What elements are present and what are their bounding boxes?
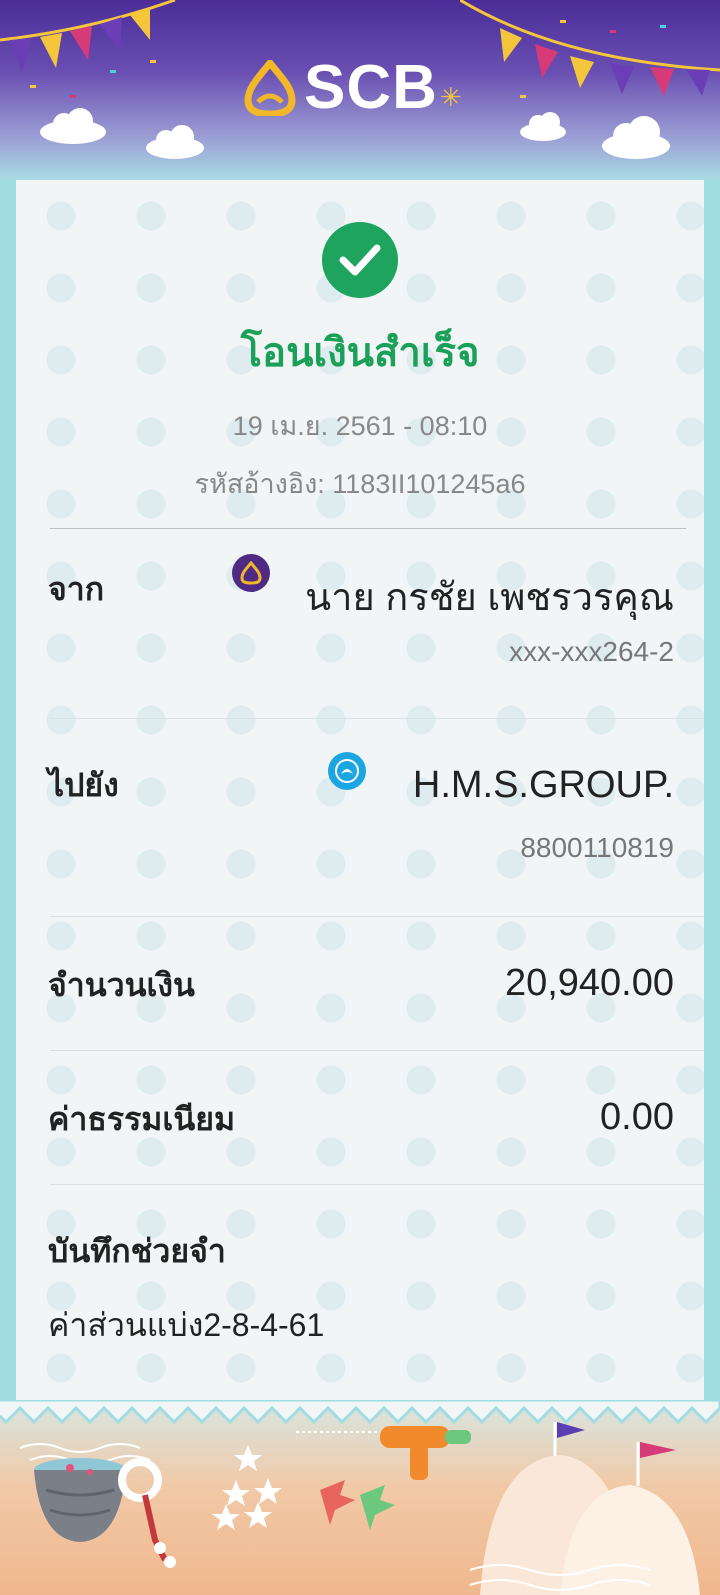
divider	[50, 1184, 704, 1185]
cloud-decoration	[146, 125, 204, 159]
reference-value: 1183II101245a6	[332, 469, 526, 499]
transaction-datetime: 19 เม.ย. 2561 - 08:10	[232, 411, 488, 441]
cloud-decoration	[602, 116, 670, 159]
fee-value: 0.00	[600, 1096, 674, 1138]
from-account-number: xxx-xxx264-2	[509, 636, 674, 667]
scb-bank-icon	[232, 554, 270, 592]
divider	[50, 916, 704, 917]
reference-label: รหัสอ้างอิง:	[194, 469, 325, 499]
divider	[50, 718, 704, 719]
cloud-decoration	[40, 108, 106, 144]
amount-value: 20,940.00	[504, 962, 674, 1004]
from-label: จาก	[48, 571, 105, 607]
to-account-name: H.M.S.GROUP.	[412, 764, 674, 806]
amount-label: จำนวนเงิน	[48, 967, 195, 1003]
to-account-number: 8800110819	[520, 832, 674, 863]
fee-label: ค่าธรรมเนียม	[48, 1101, 236, 1137]
header-banner: SCB ✳	[0, 0, 720, 180]
footer-decoration	[0, 1400, 720, 1595]
songkran-illustration	[0, 1400, 720, 1595]
scb-logo: SCB ✳	[244, 53, 462, 122]
to-label: ไปยัง	[48, 767, 119, 803]
bunting-decoration-left	[0, 0, 176, 98]
transfer-receipt-card: โอนเงินสำเร็จ 19 เม.ย. 2561 - 08:10 รหัส…	[16, 180, 704, 1410]
divider	[50, 528, 686, 529]
divider	[50, 1050, 704, 1051]
brand-name: SCB	[304, 53, 438, 122]
memo-value: ค่าส่วนแบ่ง2-8-4-61	[48, 1307, 325, 1343]
ktb-bank-icon	[328, 752, 366, 790]
reference-line: รหัสอ้างอิง: 1183II101245a6	[16, 462, 704, 505]
bunting-decoration-right	[460, 0, 720, 98]
cloud-decoration	[520, 112, 566, 141]
status-title: โอนเงินสำเร็จ	[240, 331, 480, 375]
from-account-name: นาย กรชัย เพชรวรคุณ	[305, 577, 674, 619]
memo-label: บันทึกช่วยจำ	[48, 1233, 226, 1269]
sparkle-icon: ✳	[439, 81, 462, 112]
check-circle-icon	[322, 222, 398, 298]
scb-logo-icon	[244, 60, 296, 116]
